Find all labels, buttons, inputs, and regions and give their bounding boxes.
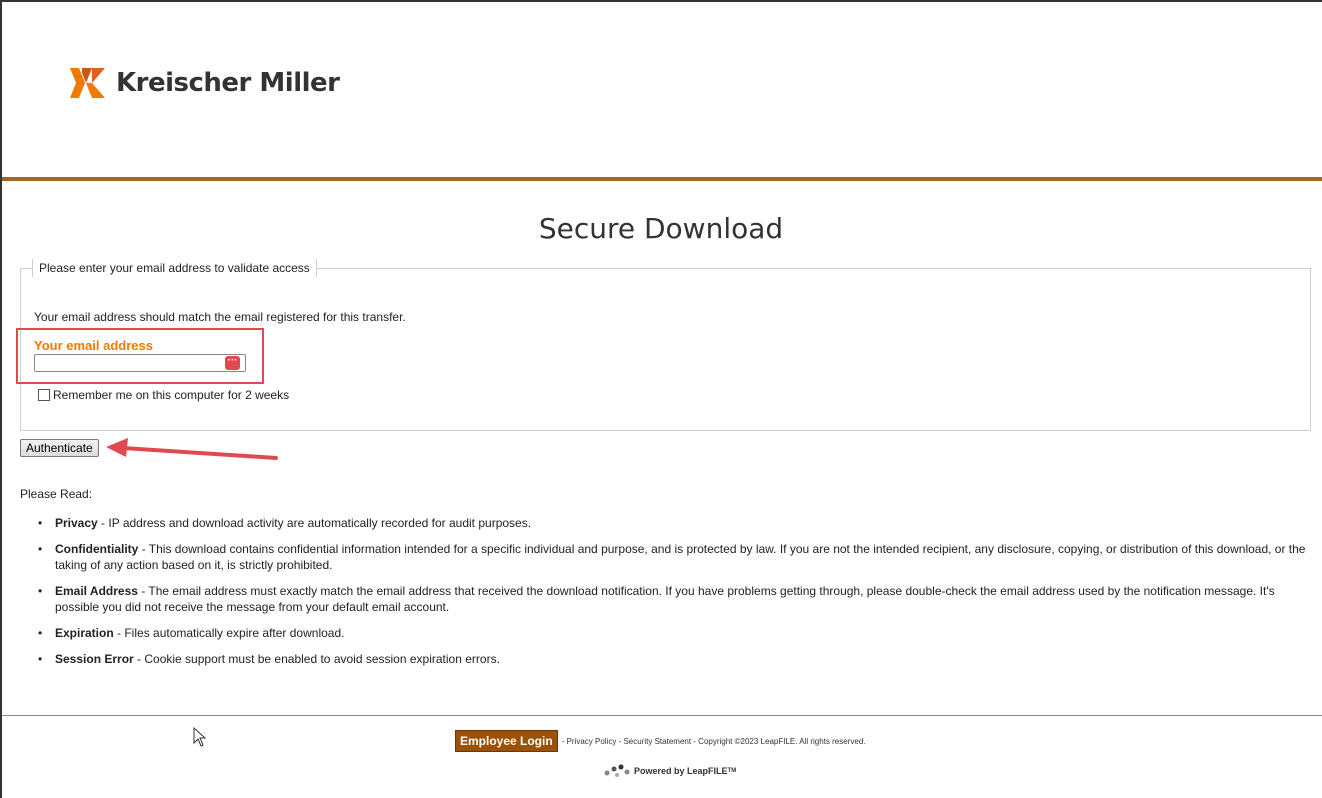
list-item: Confidentiality - This download contains… [38,541,1308,573]
authenticate-button[interactable]: Authenticate [20,439,99,457]
employee-login-button[interactable]: Employee Login [455,730,558,752]
kreischer-miller-logo-icon [70,68,105,98]
footer-links[interactable]: - Privacy Policy - Security Statement - … [562,737,866,746]
page-title: Secure Download [538,212,784,245]
remember-me-row[interactable]: Remember me on this computer for 2 weeks [38,388,289,402]
email-label: Your email address [34,338,153,353]
note-text: - This download contains confidential in… [55,542,1306,572]
remember-me-checkbox[interactable] [38,389,50,401]
notes-list: Privacy - IP address and download activi… [38,515,1308,677]
password-manager-icon[interactable]: ··· [225,356,240,370]
list-item: Email Address - The email address must e… [38,583,1308,615]
note-text: - The email address must exactly match t… [55,584,1275,614]
note-term: Confidentiality [55,542,139,556]
remember-me-label: Remember me on this computer for 2 weeks [53,388,290,402]
mouse-cursor-icon [193,727,207,747]
note-term: Privacy [55,516,98,530]
red-arrow-annotation-icon [106,438,278,460]
note-term: Session Error [55,652,134,666]
footer-divider [2,715,1322,716]
list-item: Session Error - Cookie support must be e… [38,651,1308,667]
leapfile-logo-icon [604,764,630,777]
powered-by[interactable]: Powered by LeapFILE TM [603,764,736,778]
note-term: Email Address [55,584,138,598]
header: Kreischer Miller [2,2,1322,177]
note-text: - IP address and download activity are a… [97,516,532,530]
note-text: - Cookie support must be enabled to avoi… [133,652,500,666]
company-logo: Kreischer Miller [70,68,340,98]
note-text: - Files automatically expire after downl… [113,626,345,640]
logo-text: Kreischer Miller [116,68,340,98]
notes-heading: Please Read: [20,487,93,501]
list-item: Privacy - IP address and download activi… [38,515,1308,531]
note-term: Expiration [55,626,114,640]
intro-text: Your email address should match the emai… [34,310,406,324]
trademark: TM [727,768,737,774]
list-item: Expiration - Files automatically expire … [38,625,1308,641]
footer-row: Employee Login - Privacy Policy - Securi… [455,730,865,752]
fieldset-legend: Please enter your email address to valid… [32,259,317,277]
brand-divider [2,177,1322,181]
email-input[interactable] [34,354,246,372]
powered-by-text: Powered by LeapFILE [634,766,728,776]
